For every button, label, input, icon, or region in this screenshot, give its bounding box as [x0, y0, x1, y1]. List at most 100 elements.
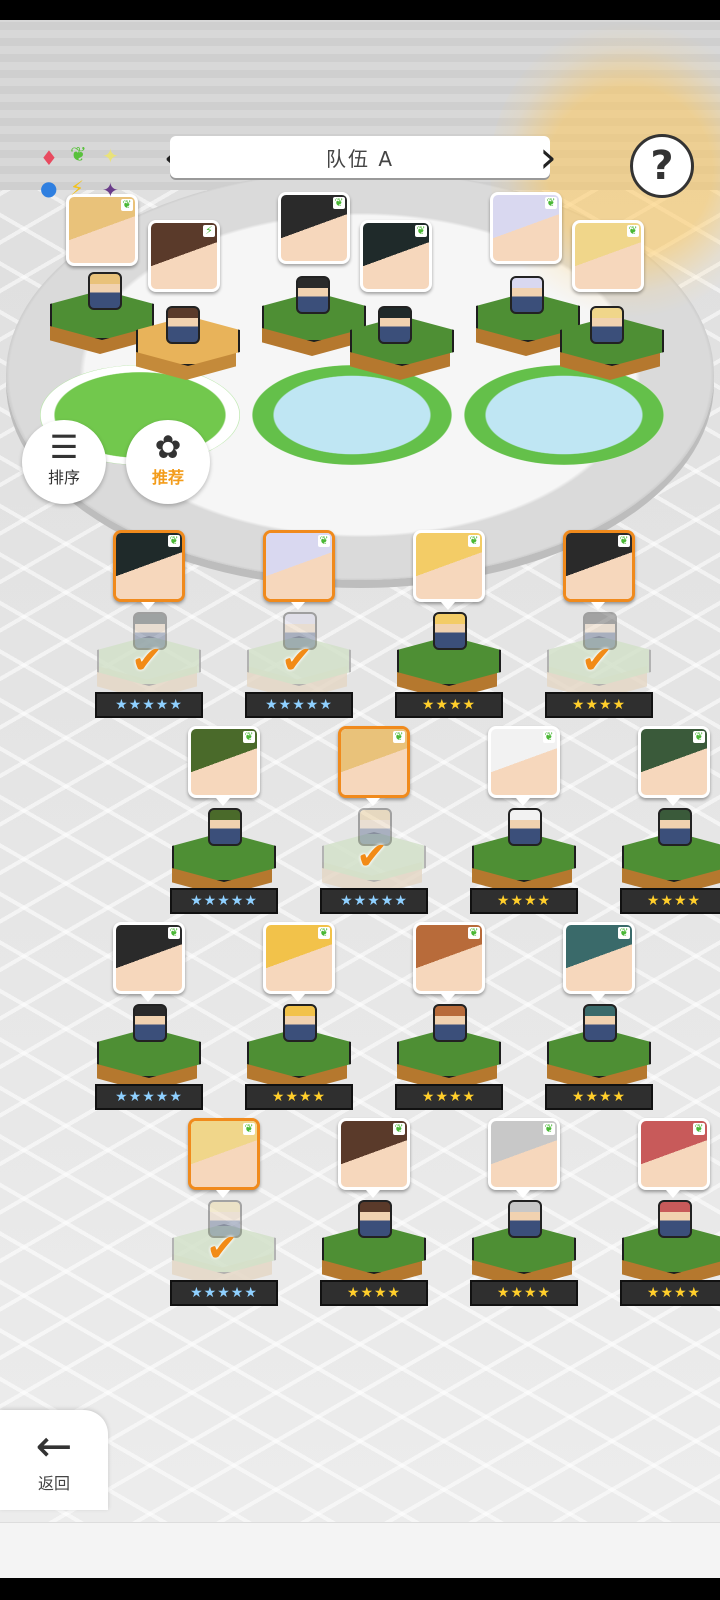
hero-portrait[interactable]: ❦: [113, 530, 185, 602]
wind-element-icon: ❦: [468, 534, 480, 547]
hero-portrait[interactable]: ❦: [488, 1118, 560, 1190]
wind-element-icon: ❦: [618, 534, 630, 547]
question-icon: ?: [650, 143, 674, 189]
hero-sprite: [358, 1200, 392, 1238]
star-rating: ★★★★★: [170, 888, 278, 914]
star-rating: ★★★★★: [320, 888, 428, 914]
wind-element-icon: ❦: [693, 1122, 705, 1135]
portrait-tail: [591, 994, 605, 1002]
sort-icon: ☰: [49, 428, 79, 466]
wind-element-icon: ❦: [318, 534, 330, 547]
hero-portrait[interactable]: ❦: [188, 1118, 260, 1190]
team-member-sprite[interactable]: [590, 306, 624, 344]
hero-portrait[interactable]: ❦: [263, 530, 335, 602]
hero-portrait[interactable]: ❦: [638, 726, 710, 798]
star-rating: ★★★★: [620, 1280, 720, 1306]
portrait-tail: [516, 1190, 530, 1198]
team-selector[interactable]: 队伍 A: [170, 136, 550, 178]
hero-sprite: [208, 808, 242, 846]
next-team-button[interactable]: ›: [532, 136, 564, 180]
hero-sprite: [283, 1004, 317, 1042]
star-rating: ★★★★: [395, 692, 503, 718]
star-rating: ★★★★★: [95, 692, 203, 718]
hero-portrait[interactable]: ❦: [278, 192, 350, 264]
check-icon: ✔: [206, 1226, 238, 1270]
check-icon: ✔: [131, 638, 163, 682]
wind-element-icon: ❦: [693, 730, 705, 743]
hero-portrait[interactable]: ❦: [572, 220, 644, 292]
fire-diamond-icon: ♦: [40, 146, 58, 170]
hero-sprite: [508, 808, 542, 846]
hero-portrait[interactable]: ❦: [188, 726, 260, 798]
hero-sprite: [658, 808, 692, 846]
hero-sprite: [433, 1004, 467, 1042]
portrait-tail: [291, 602, 305, 610]
help-button[interactable]: ?: [630, 134, 694, 198]
check-icon: ✔: [356, 834, 388, 878]
hero-sprite: [433, 612, 467, 650]
wind-element-icon: ❦: [393, 730, 405, 743]
back-button[interactable]: ← 返回: [0, 1410, 108, 1510]
portrait-tail: [141, 602, 155, 610]
hero-portrait[interactable]: ❦: [563, 530, 635, 602]
hero-portrait[interactable]: ❦: [413, 530, 485, 602]
dark-star-icon: ✦: [102, 178, 119, 202]
star-rating: ★★★★: [245, 1084, 353, 1110]
hero-portrait[interactable]: ❦: [360, 220, 432, 292]
team-slot-2[interactable]: [252, 365, 452, 465]
team-member-sprite[interactable]: [378, 306, 412, 344]
team-slot-3[interactable]: [464, 365, 664, 465]
hero-sprite: [508, 1200, 542, 1238]
star-rating: ★★★★: [395, 1084, 503, 1110]
status-bar: [0, 0, 720, 20]
portrait-tail: [666, 1190, 680, 1198]
wind-element-icon: ❦: [243, 1122, 255, 1135]
hero-portrait[interactable]: ❦: [563, 922, 635, 994]
check-icon: ✔: [581, 638, 613, 682]
wind-element-icon: ❦: [243, 730, 255, 743]
portrait-tail: [441, 602, 455, 610]
star-rating: ★★★★: [545, 1084, 653, 1110]
hero-portrait[interactable]: ❦: [638, 1118, 710, 1190]
navigation-bar: [0, 1578, 720, 1600]
portrait-tail: [591, 602, 605, 610]
wind-element-icon: ❦: [333, 196, 345, 209]
sort-label: 排序: [47, 468, 80, 487]
arrow-left-icon: ←: [35, 1421, 73, 1472]
wind-element-icon: ❦: [543, 1122, 555, 1135]
portrait-tail: [366, 798, 380, 806]
team-member-sprite[interactable]: [88, 272, 122, 310]
hero-portrait[interactable]: ❦: [488, 726, 560, 798]
hero-portrait[interactable]: ❦: [490, 192, 562, 264]
team-member-sprite[interactable]: [510, 276, 544, 314]
wind-element-icon: ❦: [168, 534, 180, 547]
wind-element-icon: ❦: [168, 926, 180, 939]
recommend-button[interactable]: ✿ 推荐: [126, 420, 210, 504]
back-label: 返回: [37, 1474, 70, 1493]
hero-sprite: [133, 1004, 167, 1042]
star-rating: ★★★★: [470, 1280, 578, 1306]
team-member-sprite[interactable]: [166, 306, 200, 344]
team-name: 队伍 A: [325, 146, 395, 171]
sort-button[interactable]: ☰ 排序: [22, 420, 106, 504]
star-rating: ★★★★: [470, 888, 578, 914]
portrait-tail: [666, 798, 680, 806]
hero-portrait[interactable]: ❦: [66, 194, 138, 266]
hero-portrait[interactable]: ❦: [338, 1118, 410, 1190]
portrait-tail: [216, 1190, 230, 1198]
hero-portrait[interactable]: ⚡: [148, 220, 220, 292]
portrait-tail: [216, 798, 230, 806]
portrait-tail: [291, 994, 305, 1002]
wind-element-icon: ❦: [318, 926, 330, 939]
wind-leaf-icon: ❦: [70, 142, 87, 166]
group-icon: ✿: [154, 428, 182, 466]
hero-portrait[interactable]: ❦: [263, 922, 335, 994]
hero-portrait[interactable]: ❦: [338, 726, 410, 798]
wind-element-icon: ❦: [543, 730, 555, 743]
portrait-tail: [141, 994, 155, 1002]
team-member-sprite[interactable]: [296, 276, 330, 314]
hero-portrait[interactable]: ❦: [413, 922, 485, 994]
hero-sprite: [583, 1004, 617, 1042]
wind-element-icon: ❦: [618, 926, 630, 939]
hero-portrait[interactable]: ❦: [113, 922, 185, 994]
